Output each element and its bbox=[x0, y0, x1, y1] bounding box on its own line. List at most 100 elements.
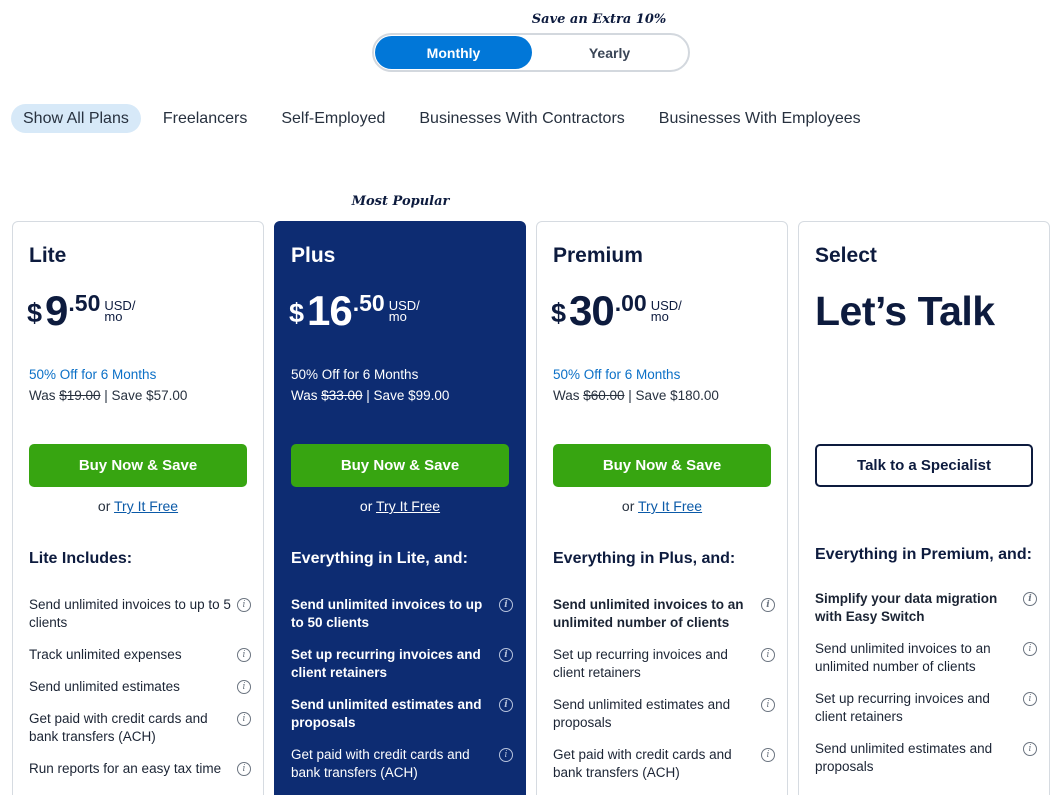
was-price-text: Was $19.00 | Save $57.00 bbox=[29, 388, 187, 403]
info-icon[interactable]: i bbox=[237, 648, 251, 662]
info-icon[interactable]: i bbox=[499, 748, 513, 762]
price-unit-line2: mo bbox=[104, 309, 123, 324]
feature-item: Get paid with credit cards and bank tran… bbox=[553, 746, 775, 782]
try-free-line: or Try It Free bbox=[291, 498, 509, 514]
plan-card-select: Select Let’s Talk Talk to a Specialist E… bbox=[798, 221, 1050, 795]
feature-item: Run reports for an easy tax time i bbox=[29, 760, 251, 778]
plan-name: Premium bbox=[553, 244, 643, 267]
feature-text: Send unlimited estimates and proposals bbox=[553, 697, 731, 730]
price-whole: 9 bbox=[45, 287, 68, 334]
info-icon[interactable]: i bbox=[237, 762, 251, 776]
feature-text: Send unlimited invoices to up to 5 clien… bbox=[29, 597, 231, 630]
yearly-toggle-option[interactable]: Yearly bbox=[531, 36, 688, 69]
try-it-free-link[interactable]: Try It Free bbox=[376, 498, 440, 514]
feature-item: Set up recurring invoices and client ret… bbox=[553, 646, 775, 682]
price-whole: 16 bbox=[307, 287, 353, 334]
feature-text: Send unlimited estimates and proposals bbox=[815, 741, 993, 774]
feature-text: Set up recurring invoices and client ret… bbox=[815, 691, 990, 724]
feature-list: Send unlimited invoices to up to 50 clie… bbox=[291, 596, 513, 795]
info-icon[interactable]: i bbox=[761, 598, 775, 612]
feature-text: Set up recurring invoices and client ret… bbox=[291, 647, 481, 680]
feature-text: Simplify your data migration with Easy S… bbox=[815, 591, 998, 624]
try-free-line: or Try It Free bbox=[29, 498, 247, 514]
info-icon[interactable]: i bbox=[499, 698, 513, 712]
buy-now-button[interactable]: Buy Now & Save bbox=[291, 444, 509, 487]
filter-show-all-plans[interactable]: Show All Plans bbox=[11, 104, 141, 133]
price-whole: 30 bbox=[569, 287, 615, 334]
most-popular-label: Most Popular bbox=[351, 194, 450, 209]
feature-list: Simplify your data migration with Easy S… bbox=[815, 590, 1037, 790]
price-unit: USD/mo bbox=[104, 299, 135, 324]
feature-item: Send unlimited invoices to up to 5 clien… bbox=[29, 596, 251, 632]
feature-text: Get paid with credit cards and bank tran… bbox=[553, 747, 732, 780]
price-cents: .50 bbox=[68, 290, 101, 316]
price-unit-line2: mo bbox=[388, 309, 407, 324]
or-text: or bbox=[359, 498, 377, 514]
feature-list: Send unlimited invoices to up to 5 clien… bbox=[29, 596, 251, 792]
feature-item: Send unlimited estimates and proposals i bbox=[291, 696, 513, 732]
includes-title: Everything in Premium, and: bbox=[815, 546, 1032, 563]
info-icon[interactable]: i bbox=[761, 748, 775, 762]
info-icon[interactable]: i bbox=[237, 680, 251, 694]
plan-name: Lite bbox=[29, 244, 67, 267]
discount-text: 50% Off for 6 Months bbox=[553, 367, 681, 382]
was-price-text: Was $60.00 | Save $180.00 bbox=[553, 388, 719, 403]
plan-price: $ 30 .00 USD/mo bbox=[551, 288, 682, 334]
feature-item: Track unlimited expenses i bbox=[29, 646, 251, 664]
feature-text: Track unlimited expenses bbox=[29, 647, 182, 662]
feature-item: Send unlimited invoices to an unlimited … bbox=[815, 640, 1037, 676]
feature-item: Send unlimited estimates and proposals i bbox=[553, 696, 775, 732]
feature-text: Send unlimited invoices to an unlimited … bbox=[815, 641, 991, 674]
info-icon[interactable]: i bbox=[237, 598, 251, 612]
try-it-free-link[interactable]: Try It Free bbox=[114, 498, 178, 514]
feature-item: Set up recurring invoices and client ret… bbox=[815, 690, 1037, 726]
try-it-free-link[interactable]: Try It Free bbox=[638, 498, 702, 514]
info-icon[interactable]: i bbox=[237, 712, 251, 726]
price-cents: .00 bbox=[614, 290, 647, 316]
was-price: $19.00 bbox=[59, 388, 101, 403]
save-amount: | Save $99.00 bbox=[362, 388, 450, 403]
info-icon[interactable]: i bbox=[761, 698, 775, 712]
price-cents: .50 bbox=[352, 290, 385, 316]
info-icon[interactable]: i bbox=[761, 648, 775, 662]
info-icon[interactable]: i bbox=[499, 648, 513, 662]
feature-item: Set up recurring invoices and client ret… bbox=[291, 646, 513, 682]
info-icon[interactable]: i bbox=[1023, 592, 1037, 606]
was-price: $33.00 bbox=[321, 388, 363, 403]
feature-text: Get paid with credit cards and bank tran… bbox=[29, 711, 208, 744]
feature-text: Send unlimited estimates bbox=[29, 679, 180, 694]
was-price: $60.00 bbox=[583, 388, 625, 403]
price-unit: USD/mo bbox=[388, 299, 420, 324]
feature-list: Send unlimited invoices to an unlimited … bbox=[553, 596, 775, 795]
feature-item: Send unlimited estimates and proposals i bbox=[815, 740, 1037, 776]
buy-now-button[interactable]: Buy Now & Save bbox=[29, 444, 247, 487]
info-icon[interactable]: i bbox=[1023, 692, 1037, 706]
was-prefix: Was bbox=[29, 388, 60, 403]
info-icon[interactable]: i bbox=[499, 598, 513, 612]
filter-freelancers[interactable]: Freelancers bbox=[151, 104, 259, 133]
was-prefix: Was bbox=[291, 388, 322, 403]
feature-item: Send unlimited invoices to an unlimited … bbox=[553, 596, 775, 632]
feature-text: Set up recurring invoices and client ret… bbox=[553, 647, 728, 680]
plan-filter-tabs: Show All Plans Freelancers Self-Employed… bbox=[11, 104, 883, 133]
filter-businesses-with-employees[interactable]: Businesses With Employees bbox=[647, 104, 873, 133]
save-amount: | Save $180.00 bbox=[624, 388, 719, 403]
discount-text: 50% Off for 6 Months bbox=[291, 367, 419, 382]
talk-to-specialist-button[interactable]: Talk to a Specialist bbox=[815, 444, 1033, 487]
info-icon[interactable]: i bbox=[1023, 742, 1037, 756]
was-price-text: Was $33.00 | Save $99.00 bbox=[291, 388, 449, 403]
feature-item: Send unlimited invoices to up to 50 clie… bbox=[291, 596, 513, 632]
price-unit-line2: mo bbox=[650, 309, 669, 324]
buy-now-button[interactable]: Buy Now & Save bbox=[553, 444, 771, 487]
plan-name: Select bbox=[815, 244, 877, 267]
plan-card-premium: Premium $ 30 .00 USD/mo 50% Off for 6 Mo… bbox=[536, 221, 788, 795]
feature-item: Get paid with credit cards and bank tran… bbox=[29, 710, 251, 746]
info-icon[interactable]: i bbox=[1023, 642, 1037, 656]
discount-text: 50% Off for 6 Months bbox=[29, 367, 157, 382]
filter-self-employed[interactable]: Self-Employed bbox=[269, 104, 397, 133]
filter-businesses-with-contractors[interactable]: Businesses With Contractors bbox=[407, 104, 636, 133]
monthly-toggle-option[interactable]: Monthly bbox=[375, 36, 532, 69]
save-extra-note: Save an Extra 10% bbox=[531, 12, 667, 27]
try-free-line: or Try It Free bbox=[553, 498, 771, 514]
price-currency: $ bbox=[289, 298, 305, 328]
